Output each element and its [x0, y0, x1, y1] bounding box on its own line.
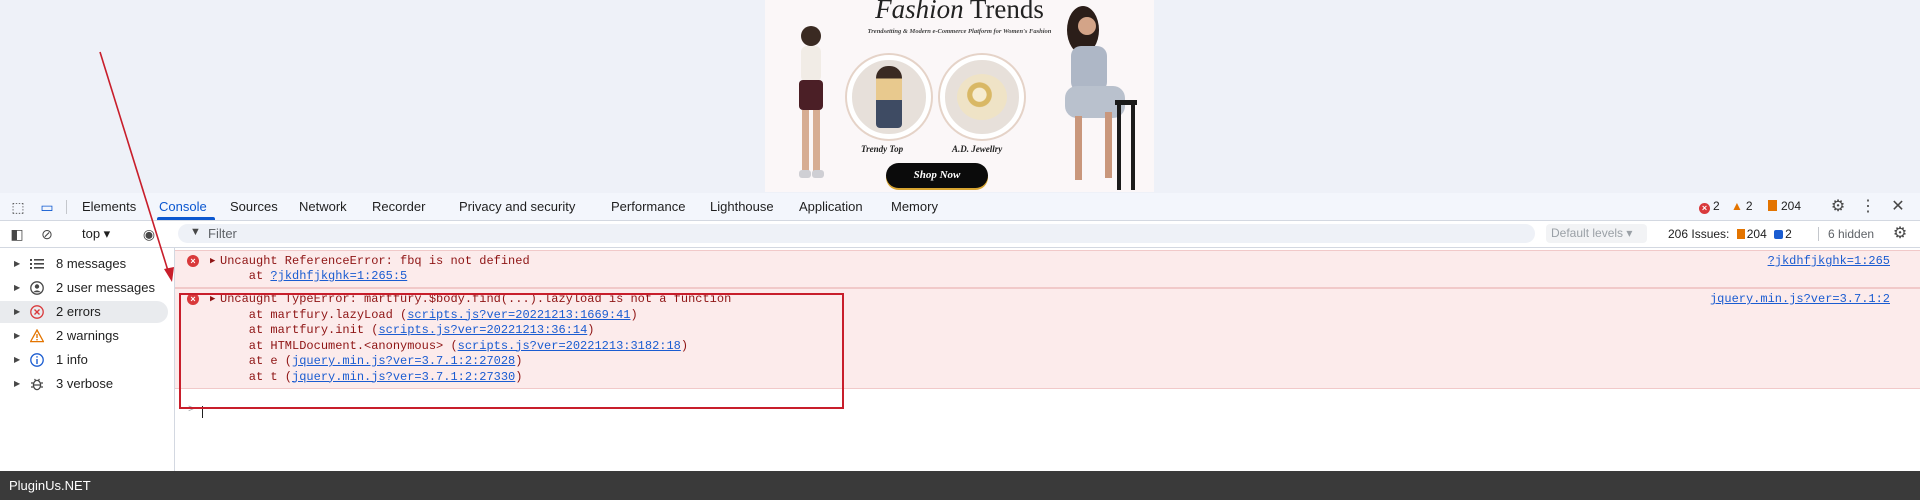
tab-sources[interactable]: Sources	[230, 193, 278, 220]
warning-icon	[30, 329, 44, 343]
filter-input[interactable]	[178, 224, 1535, 243]
filter-icon: ▼	[190, 226, 201, 238]
context-selector[interactable]: top ▾	[82, 225, 110, 243]
issues-summary[interactable]: 206 Issues: 204 2	[1668, 225, 1792, 243]
model-left-image	[787, 18, 831, 188]
issues-count-badge[interactable]: 204	[1768, 199, 1801, 214]
page-viewport: Fashion Trends Trendsetting & Modern e-C…	[0, 0, 1920, 192]
live-expression-eye-icon[interactable]: ◉	[140, 225, 158, 243]
filter-placeholder: Filter	[208, 226, 237, 241]
console-error-message[interactable]: × ▶ Uncaught TypeError: martfury.$body.f…	[175, 288, 1920, 389]
stack-frame: at martfury.lazyLoad (scripts.js?ver=202…	[220, 307, 638, 322]
tab-application[interactable]: Application	[799, 193, 863, 220]
error-text: Uncaught ReferenceError: fbq is not defi…	[220, 254, 530, 268]
error-icon	[30, 305, 44, 319]
stack-frame: at ?jkdhfjkghk=1:265:5	[220, 269, 408, 283]
error-icon: ×	[1699, 203, 1710, 214]
devtools-panel: ⬚ ▭ Elements Console Sources Network Rec…	[0, 193, 1920, 471]
tab-elements[interactable]: Elements	[82, 193, 136, 220]
expand-triangle-icon[interactable]: ▶	[210, 292, 215, 308]
error-source-link[interactable]: ?jkdhfjkghk=1:265	[1768, 254, 1890, 268]
sidebar-item-verbose[interactable]: ▶ 3 verbose	[0, 373, 174, 395]
jewellry-label: A.D. Jewellry	[952, 144, 1003, 154]
log-levels-dropdown[interactable]: Default levels ▾	[1546, 224, 1647, 243]
trendy-top-figure	[876, 66, 902, 128]
bug-icon	[31, 378, 43, 391]
tab-network[interactable]: Network	[299, 193, 347, 220]
sidebar-item-info[interactable]: ▶ 1 info	[0, 349, 174, 371]
model-left-figure	[799, 26, 824, 178]
shop-now-button[interactable]: Shop Now	[886, 163, 988, 188]
tab-console[interactable]: Console	[157, 193, 215, 220]
console-settings-gear-icon[interactable]: ⚙	[1891, 225, 1909, 243]
close-devtools-icon[interactable]: ✕	[1889, 198, 1907, 216]
sidebar-item-errors[interactable]: ▶ 2 errors	[0, 301, 168, 323]
console-input-caret[interactable]	[202, 406, 203, 418]
tab-privacy-security[interactable]: Privacy and security	[459, 193, 575, 220]
hidden-messages-count: 6 hidden	[1828, 227, 1875, 241]
tab-performance[interactable]: Performance	[611, 193, 685, 220]
user-icon	[30, 281, 44, 295]
warning-icon: ▲	[1731, 199, 1743, 213]
inspect-element-icon[interactable]: ⬚	[9, 198, 27, 216]
stack-frame: at martfury.init (scripts.js?ver=2022121…	[220, 323, 595, 337]
toolbar-separator	[1818, 227, 1819, 241]
console-error-message[interactable]: × ▶ Uncaught ReferenceError: fbq is not …	[175, 250, 1920, 288]
stack-link[interactable]: scripts.js?ver=20221213:36:14	[378, 323, 587, 337]
issue-info-icon	[1774, 230, 1784, 239]
stack-frame: at HTMLDocument.<anonymous> (scripts.js?…	[220, 338, 689, 353]
expand-triangle-icon: ▶	[14, 355, 21, 364]
settings-gear-icon[interactable]: ⚙	[1829, 198, 1847, 216]
tab-recorder[interactable]: Recorder	[372, 193, 425, 220]
sidebar-item-warnings[interactable]: ▶ 2 warnings	[0, 325, 174, 347]
console-messages: × ▶ Uncaught ReferenceError: fbq is not …	[175, 248, 1920, 471]
stack-link[interactable]: scripts.js?ver=20221213:3182:18	[458, 339, 681, 353]
trendy-top-thumb[interactable]	[847, 55, 931, 139]
clear-console-icon[interactable]: ⊘	[38, 225, 56, 243]
stack-link[interactable]: jquery.min.js?ver=3.7.1:2:27330	[292, 370, 515, 384]
error-count-badge[interactable]: × 2	[1699, 199, 1720, 214]
stack-frame: at t (jquery.min.js?ver=3.7.1:2:27330)	[220, 369, 523, 384]
issue-flag-icon	[1768, 200, 1777, 211]
trendy-top-label: Trendy Top	[861, 144, 904, 154]
device-toolbar-icon[interactable]: ▭	[38, 198, 56, 216]
expand-triangle-icon: ▶	[14, 379, 21, 388]
stack-link[interactable]: jquery.min.js?ver=3.7.1:2:27028	[292, 354, 515, 368]
expand-triangle-icon: ▶	[14, 331, 21, 340]
sidebar-item-user-messages[interactable]: ▶ 2 user messages	[0, 277, 174, 299]
expand-triangle-icon: ▶	[14, 307, 21, 316]
error-circle-icon: ×	[187, 293, 199, 305]
list-icon	[30, 259, 44, 269]
model-right-image	[1045, 0, 1150, 192]
fashion-banner[interactable]: Fashion Trends Trendsetting & Modern e-C…	[765, 0, 1154, 192]
console-prompt: >	[188, 404, 195, 416]
expand-triangle-icon[interactable]: ▶	[210, 254, 215, 270]
error-text: Uncaught TypeError: martfury.$body.find(…	[220, 292, 732, 306]
tab-memory[interactable]: Memory	[891, 193, 938, 220]
stack-link[interactable]: scripts.js?ver=20221213:1669:41	[407, 308, 630, 322]
info-icon	[30, 353, 44, 367]
console-sidebar: ▶ 8 messages ▶ 2 user messages ▶ 2 error…	[0, 248, 175, 471]
footer-bar: PluginUs.NET	[0, 471, 1920, 500]
sidebar-toggle-icon[interactable]: ◧	[8, 225, 26, 243]
jewellry-figure	[957, 74, 1007, 120]
issue-warning-icon	[1736, 229, 1745, 239]
warning-count-badge[interactable]: ▲ 2	[1731, 199, 1753, 214]
tab-separator	[66, 200, 67, 214]
expand-triangle-icon: ▶	[14, 283, 21, 292]
jewellry-thumb[interactable]	[940, 55, 1024, 139]
expand-triangle-icon: ▶	[14, 259, 21, 268]
error-source-link[interactable]: jquery.min.js?ver=3.7.1:2	[1710, 292, 1890, 306]
console-toolbar: ◧ ⊘ top ▾ ◉ ▼ Filter Default levels ▾ 20…	[0, 221, 1920, 248]
stack-link[interactable]: ?jkdhfjkghk=1:265:5	[270, 269, 407, 283]
error-circle-icon: ×	[187, 255, 199, 267]
stack-frame: at e (jquery.min.js?ver=3.7.1:2:27028)	[220, 354, 523, 368]
more-options-icon[interactable]: ⋮	[1859, 198, 1877, 216]
devtools-tabbar: ⬚ ▭ Elements Console Sources Network Rec…	[0, 193, 1920, 221]
tab-lighthouse[interactable]: Lighthouse	[710, 193, 774, 220]
sidebar-item-messages[interactable]: ▶ 8 messages	[0, 253, 174, 275]
model-right-figure	[1065, 6, 1137, 190]
